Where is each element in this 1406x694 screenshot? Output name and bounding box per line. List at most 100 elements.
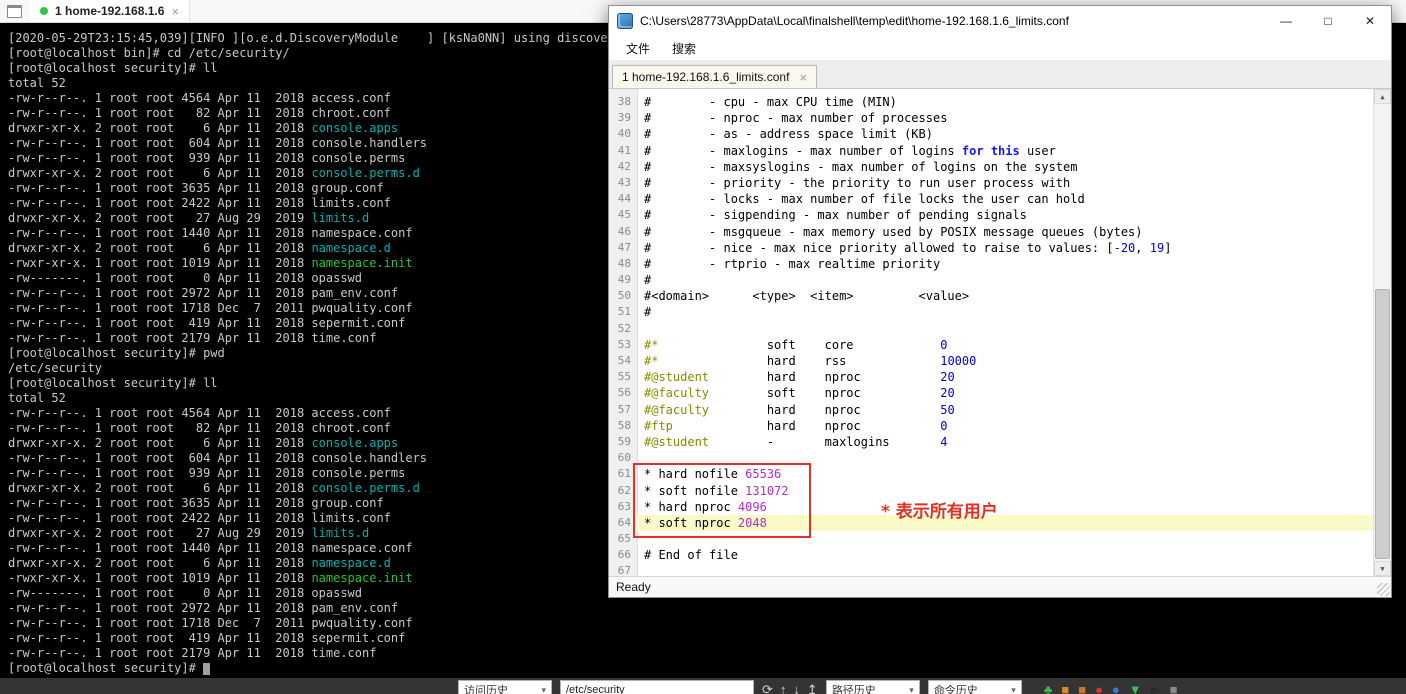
editor-line-43[interactable]: 43 # - priority - the priority to run use…: [609, 175, 1374, 191]
chevron-down-icon: ▾: [541, 684, 546, 694]
editor-app-icon: [617, 13, 633, 29]
line-number: 42: [617, 159, 631, 173]
terminal-tab[interactable]: 1 home-192.168.1.6 ×: [30, 0, 190, 22]
plant-icon[interactable]: ♣: [1044, 680, 1053, 694]
record-icon[interactable]: ●: [1095, 680, 1103, 694]
terminal-tab-label: 1 home-192.168.1.6: [55, 4, 165, 18]
editor-file-tab-label: 1 home-192.168.1.6_limits.conf: [622, 70, 790, 84]
editor-line-46[interactable]: 46 # - msgqueue - max memory used by POSI…: [609, 224, 1374, 240]
editor-menubar: 文件 搜索: [609, 36, 1391, 61]
chevron-down-icon: ▾: [1011, 684, 1016, 694]
editor-line-45[interactable]: 45 # - sigpending - max number of pending…: [609, 207, 1374, 223]
editor-line-51[interactable]: 51 #: [609, 304, 1374, 320]
play-icon[interactable]: ▶: [1151, 680, 1161, 694]
editor-line-50[interactable]: 50 #<domain> <type> <item> <value>: [609, 288, 1374, 304]
top-arrow-icon[interactable]: ↥: [807, 680, 818, 694]
refresh-icon[interactable]: ⟳: [762, 680, 773, 694]
line-number: 54: [617, 354, 631, 367]
bottom-toolbar: 访问历史 ▾ /etc/security ⟳ ↑ ↓ ↥ 路径历史 ▾ 命令历史 ▾ …: [0, 678, 1406, 694]
line-number: 55: [617, 370, 631, 384]
line-number: 45: [617, 208, 631, 222]
terminal-line: -rw-r--r--. 1 root root 1718 Dec 7 2011 …: [8, 616, 413, 630]
editor-line-56[interactable]: 56 #@faculty soft nproc 20: [609, 385, 1374, 401]
line-number: 58: [617, 418, 631, 432]
line-number: 44: [617, 192, 631, 206]
path-history-dropdown[interactable]: 路径历史 ▾: [825, 680, 920, 694]
annotation-text: * 表示所有用户: [881, 502, 998, 522]
editor-line-61[interactable]: 61 * hard nofile 65536: [609, 466, 1374, 482]
line-number: 66: [617, 548, 631, 562]
command-history-label: 命令历史: [933, 685, 978, 694]
editor-line-66[interactable]: 66 # End of file: [609, 547, 1374, 563]
line-number: 57: [617, 402, 631, 416]
line-number: 52: [617, 321, 631, 335]
package2-icon[interactable]: ■: [1078, 680, 1086, 694]
editor-tab-close-icon[interactable]: ×: [799, 70, 807, 85]
editor-line-38[interactable]: 38 # - cpu - max CPU time (MIN): [609, 94, 1374, 110]
connection-status-dot: [40, 7, 48, 15]
apps-icon[interactable]: ■: [1170, 680, 1178, 694]
navigation-icons: ⟳ ↑ ↓ ↥: [762, 680, 818, 694]
menu-file[interactable]: 文件: [615, 37, 661, 60]
editor-status-text: Ready: [616, 580, 651, 594]
editor-line-58[interactable]: 58 #ftp hard nproc 0: [609, 418, 1374, 434]
path-input[interactable]: /etc/security: [560, 680, 754, 694]
line-number: 62: [617, 483, 631, 497]
info-icon[interactable]: ●: [1112, 680, 1120, 694]
scrollbar-thumb[interactable]: [1375, 288, 1390, 559]
terminal-line: -rw-r--r--. 1 root root 2179 Apr 11 2018…: [8, 646, 377, 660]
editor-line-59[interactable]: 59 #@student - maxlogins 4: [609, 434, 1374, 450]
editor-tabbar: 1 home-192.168.1.6_limits.conf ×: [609, 61, 1391, 89]
editor-content-area[interactable]: 38 # - cpu - max CPU time (MIN) 39 # - npro…: [609, 89, 1391, 576]
editor-line-42[interactable]: 42 # - maxsyslogins - max number of login…: [609, 159, 1374, 175]
minimize-button[interactable]: —: [1265, 6, 1307, 36]
scroll-down-icon[interactable]: ▼: [1374, 561, 1391, 576]
editor-line-40[interactable]: 40 # - as - address space limit (KB): [609, 126, 1374, 142]
package-icon[interactable]: ■: [1061, 680, 1069, 694]
editor-line-65[interactable]: 65: [609, 531, 1374, 547]
editor-line-53[interactable]: 53 #* soft core 0: [609, 337, 1374, 353]
chevron-down-icon: ▾: [909, 684, 914, 694]
resize-grip[interactable]: [1377, 583, 1390, 596]
down-arrow-icon[interactable]: ↓: [793, 680, 800, 694]
editor-line-47[interactable]: 47 # - nice - max nice priority allowed t…: [609, 240, 1374, 256]
editor-line-60[interactable]: 60: [609, 450, 1374, 466]
menu-search[interactable]: 搜索: [661, 37, 707, 60]
editor-vertical-scrollbar[interactable]: ▲ ▼: [1373, 89, 1391, 576]
line-number: 53: [617, 337, 631, 351]
line-number: 59: [617, 434, 631, 448]
maximize-button[interactable]: □: [1307, 6, 1349, 36]
command-history-dropdown[interactable]: 命令历史 ▾: [927, 680, 1022, 694]
download-icon[interactable]: ▼: [1129, 680, 1142, 694]
editor-line-55[interactable]: 55 #@student hard nproc 20: [609, 369, 1374, 385]
editor-line-41[interactable]: 41 # - maxlogins - max number of logins f…: [609, 143, 1374, 159]
terminal-window-icon: [7, 4, 22, 18]
terminal-line: -rw-r--r--. 1 root root 2972 Apr 11 2018…: [8, 601, 399, 615]
editor-line-57[interactable]: 57 #@faculty hard nproc 50: [609, 402, 1374, 418]
path-history-label: 路径历史: [831, 685, 876, 694]
line-number: 49: [617, 273, 631, 287]
editor-line-52[interactable]: 52: [609, 321, 1374, 337]
editor-line-67[interactable]: 67: [609, 563, 1374, 576]
visit-history-dropdown[interactable]: 访问历史 ▾: [458, 680, 552, 694]
editor-titlebar[interactable]: C:\Users\28773\AppData\Local\finalshell\…: [609, 6, 1391, 36]
editor-line-39[interactable]: 39 # - nproc - max number of processes: [609, 110, 1374, 126]
editor-line-48[interactable]: 48 # - rtprio - max realtime priority: [609, 256, 1374, 272]
close-button[interactable]: ✕: [1349, 6, 1391, 36]
line-number: 61: [617, 467, 631, 481]
editor-line-44[interactable]: 44 # - locks - max number of file locks t…: [609, 191, 1374, 207]
editor-file-tab[interactable]: 1 home-192.168.1.6_limits.conf ×: [612, 65, 818, 88]
line-number: 43: [617, 175, 631, 189]
editor-line-54[interactable]: 54 #* hard rss 10000: [609, 353, 1374, 369]
line-number: 63: [617, 499, 631, 513]
editor-line-49[interactable]: 49 #: [609, 272, 1374, 288]
line-number: 50: [617, 289, 631, 303]
scroll-up-icon[interactable]: ▲: [1374, 89, 1391, 104]
terminal-tab-close-icon[interactable]: ×: [171, 4, 179, 19]
editor-window: C:\Users\28773\AppData\Local\finalshell\…: [608, 5, 1392, 598]
terminal-line: -rw-r--r--. 1 root root 419 Apr 11 2018 …: [8, 631, 406, 645]
line-number: 51: [617, 305, 631, 319]
editor-statusbar: Ready: [609, 576, 1391, 597]
editor-title: C:\Users\28773\AppData\Local\finalshell\…: [640, 14, 1069, 28]
up-arrow-icon[interactable]: ↑: [780, 680, 787, 694]
